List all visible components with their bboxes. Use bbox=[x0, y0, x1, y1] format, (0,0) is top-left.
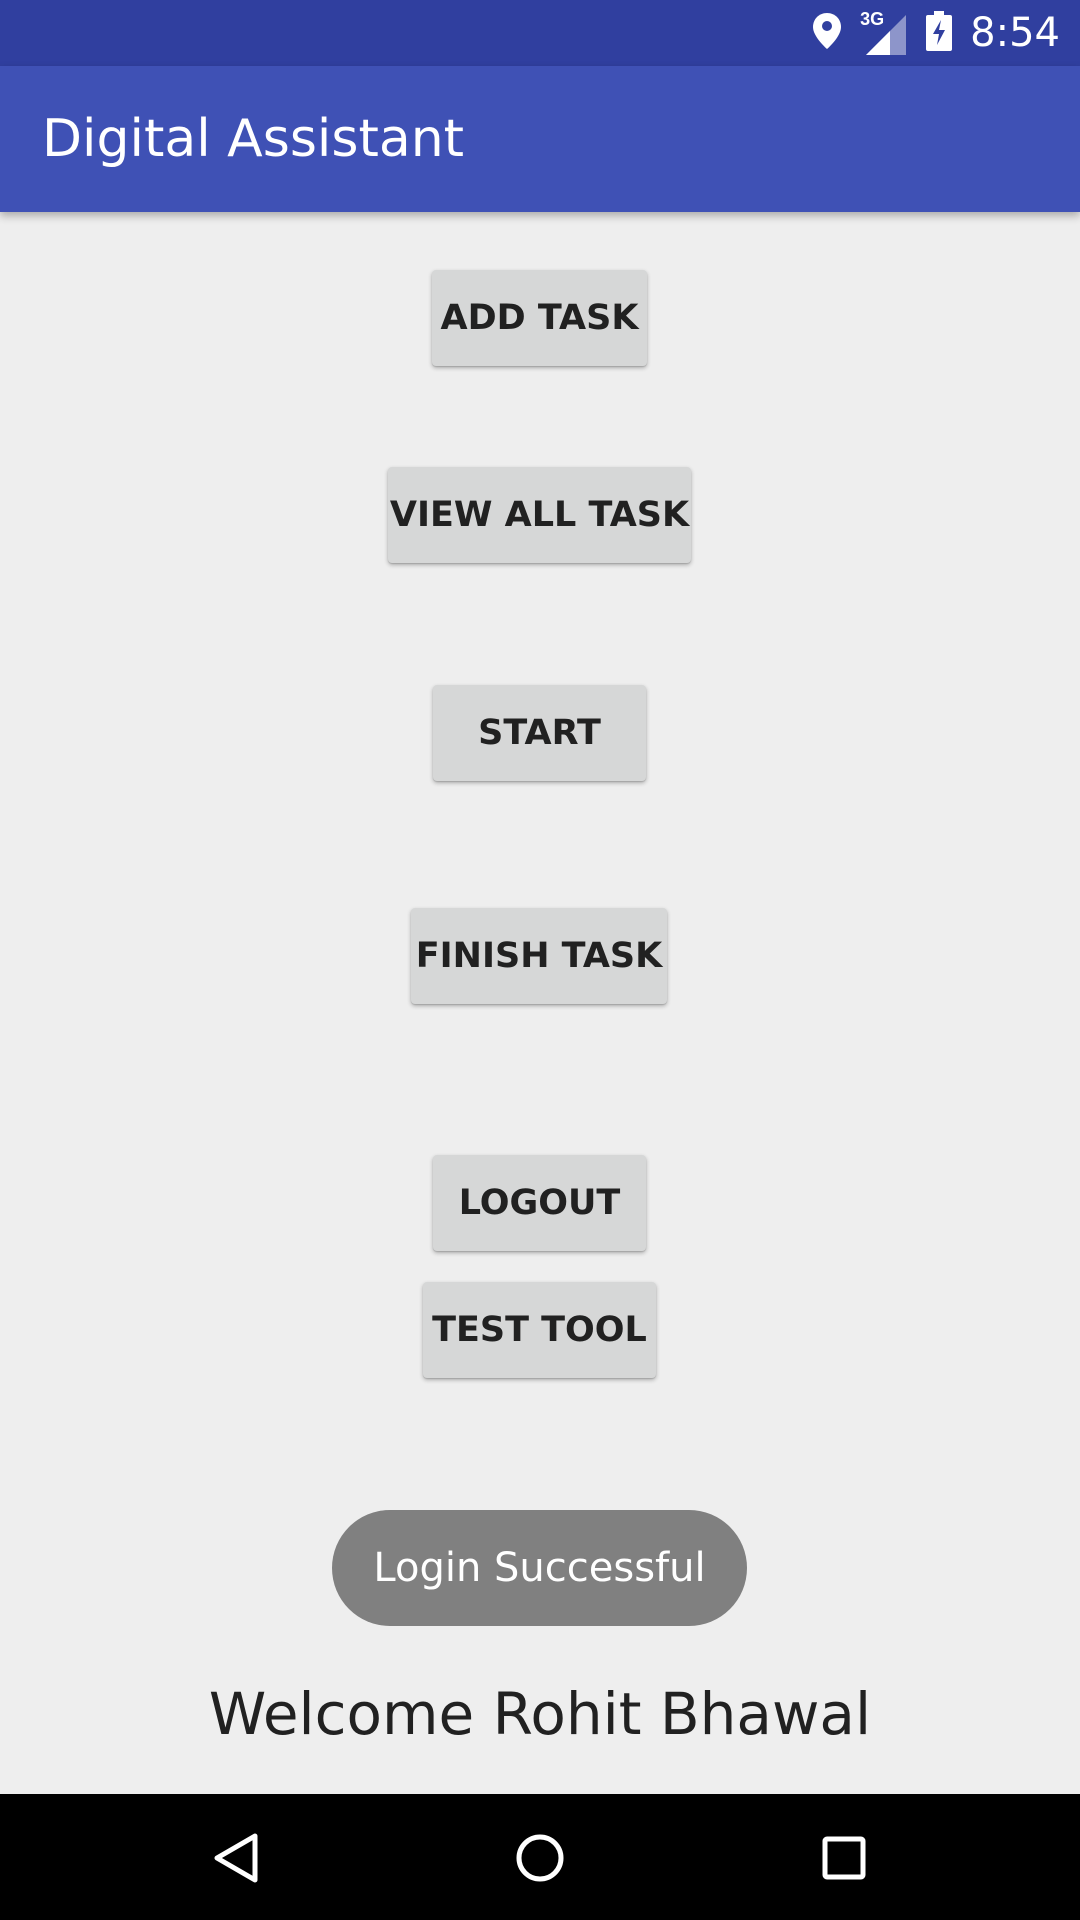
test-tool-button[interactable]: TEST TOOL bbox=[423, 1282, 656, 1378]
navigation-bar bbox=[0, 1794, 1080, 1920]
finish-task-button[interactable]: FINISH TASK bbox=[411, 908, 667, 1004]
back-icon[interactable] bbox=[200, 1822, 272, 1894]
start-button[interactable]: START bbox=[433, 685, 646, 781]
signal-icon: 3G bbox=[860, 9, 908, 55]
battery-charging-icon bbox=[926, 10, 953, 56]
app-bar: Digital Assistant bbox=[0, 66, 1080, 212]
home-icon[interactable] bbox=[504, 1822, 576, 1894]
status-icons: 3G 8:54 bbox=[812, 0, 1060, 66]
add-task-button[interactable]: ADD TASK bbox=[432, 270, 647, 366]
clock: 8:54 bbox=[970, 10, 1060, 56]
logout-button[interactable]: LOGOUT bbox=[433, 1155, 646, 1251]
app-title: Digital Assistant bbox=[42, 109, 465, 169]
view-all-task-button[interactable]: VIEW ALL TASK bbox=[388, 467, 691, 563]
welcome-text: Welcome Rohit Bhawal bbox=[208, 1680, 872, 1748]
recent-apps-icon[interactable] bbox=[808, 1822, 880, 1894]
location-icon bbox=[812, 12, 842, 55]
status-bar: 3G 8:54 bbox=[0, 0, 1080, 66]
toast-message: Login Successful bbox=[332, 1510, 747, 1626]
